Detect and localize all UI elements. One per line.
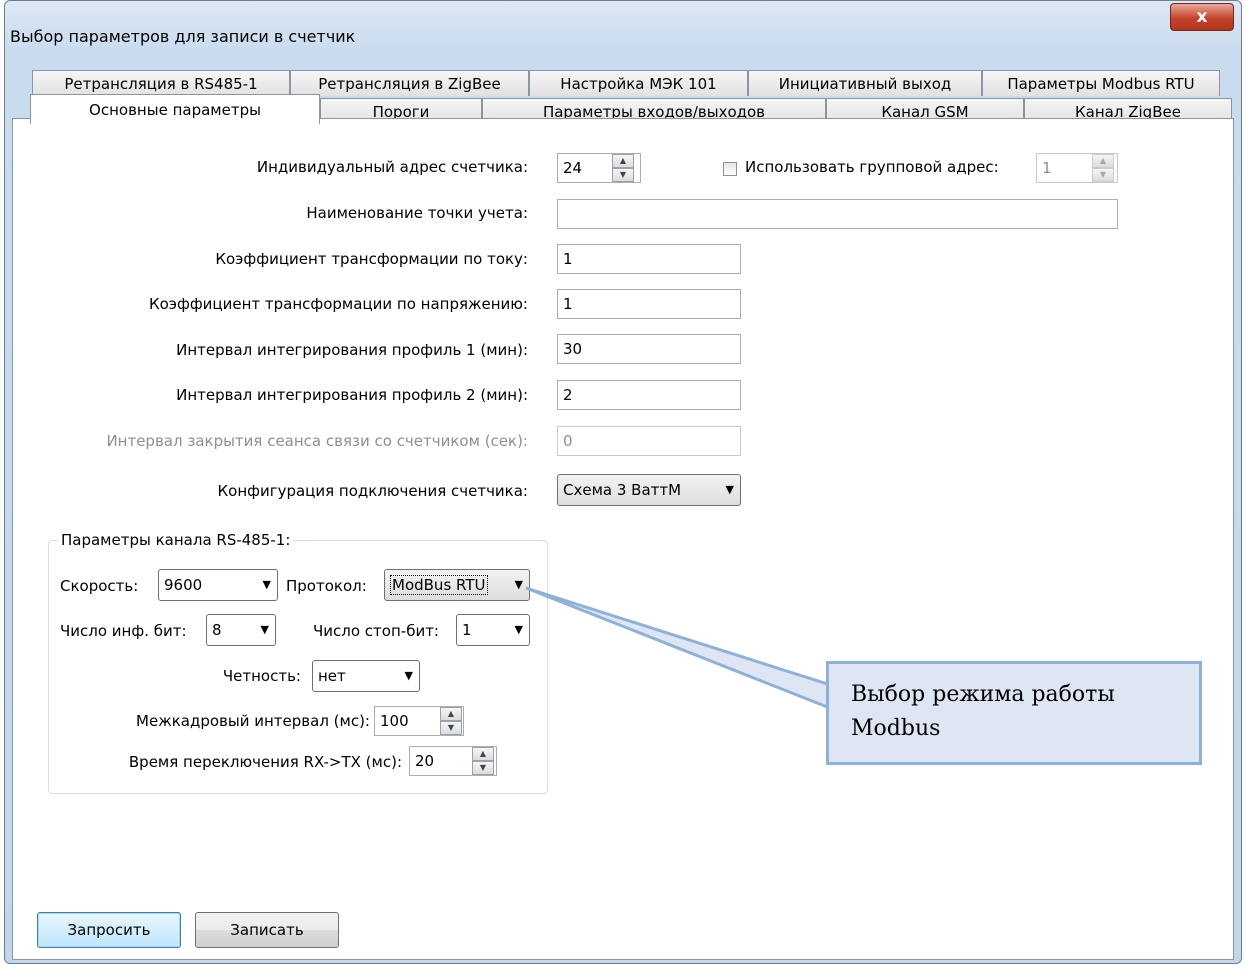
callout-line2: Modbus	[851, 716, 941, 741]
callout-line1: Выбор режима работы	[851, 682, 1115, 707]
annotation-callout: Выбор режима работы Modbus	[826, 661, 1202, 765]
callout-pointer	[525, 586, 842, 715]
callout-pointer-shape	[525, 586, 842, 715]
tab-main-parameters[interactable]: Основные параметры	[30, 94, 320, 124]
